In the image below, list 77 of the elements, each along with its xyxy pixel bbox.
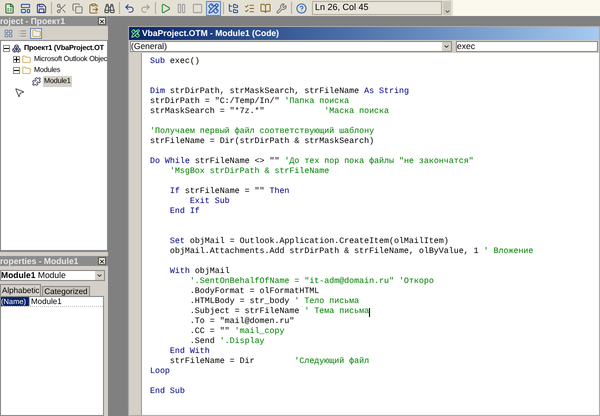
code-line: .CC = "" 'mail_copy: [188, 327, 284, 337]
code-line: .Subject = strFileName ' Тема письма: [188, 307, 370, 317]
object-combo[interactable]: (General): [130, 41, 452, 52]
code-line: Dim strDirPath, strMaskSearch, strFileName As String: [150, 87, 409, 97]
object-label: Module1 Module: [1, 269, 66, 282]
code-line: If strFileName = "" Then: [168, 187, 290, 197]
view-button[interactable]: [2, 28, 14, 38]
cursor-position: Ln 26, Col 45: [312, 1, 442, 15]
combo-value: (General): [131, 40, 167, 53]
panel-title: roject - Проект1: [0, 16, 66, 26]
module-icon: [32, 77, 41, 86]
cut-icon: [56, 2, 67, 14]
save-icon: [36, 2, 47, 14]
expand-toggle-icon[interactable]: [3, 45, 10, 52]
code-line: With objMail: [168, 267, 230, 277]
find-icon: [104, 2, 115, 14]
paste-icon: [88, 2, 99, 14]
view-button[interactable]: [30, 28, 42, 38]
undo-icon: [124, 2, 135, 14]
properties-tab[interactable]: Categorized: [42, 286, 90, 296]
expand-toggle-icon[interactable]: [13, 56, 20, 63]
tree-icon: [228, 2, 239, 14]
expand-toggle-icon[interactable]: [13, 67, 20, 74]
code-line: .BodyFormat = olFormatHTML: [188, 287, 320, 297]
help-icon: [296, 2, 307, 14]
mouse-pointer-icon: [14, 87, 25, 98]
code-line: End If: [168, 207, 200, 217]
code-line: .To = "mail@domen.ru": [188, 317, 294, 327]
folder-icon: [32, 28, 40, 38]
list-icon: [18, 28, 26, 38]
properties-tab[interactable]: Alphabetic: [0, 284, 42, 296]
code-line: Set objMail = Outlook.Application.CreateItem(olMailItem): [168, 237, 449, 247]
caret-icon: [444, 8, 450, 15]
code-line: .Send '.Display: [188, 337, 265, 347]
code-line: Do While strFileName <> "" 'До тех пор пока файлы "не закончатся": [150, 157, 474, 167]
project-icon: [12, 44, 21, 53]
object-dropdown[interactable]: Module1 Module: [0, 270, 105, 281]
play-icon: [160, 2, 171, 14]
code-line: '.SentOnBehalfOfName = "it-adm@domain.ru" 'Откоро: [188, 277, 434, 287]
ruler-icon: [208, 2, 219, 14]
toolbar-button[interactable]: [294, 0, 309, 16]
code-line: Loop: [150, 367, 170, 377]
code-line: 'MsgBox strDirPath & strFileName: [168, 167, 330, 177]
book-icon: [260, 2, 271, 14]
code-line: strDirPath = "C:/Temp/In/" 'Папка поиска: [150, 97, 350, 107]
code-line: strFileName = Dir(strDirPath & strMaskSearch): [150, 137, 374, 147]
toolbar-grip[interactable]: [443, 1, 451, 15]
code-line: .HTMLBody = str_body ' Тело письма: [188, 297, 360, 307]
code-line: End With: [168, 347, 210, 357]
pause-icon: [176, 2, 187, 14]
close-button[interactable]: [98, 17, 106, 25]
spreadsheet-icon: [4, 2, 15, 14]
folder-icon: [22, 55, 31, 64]
window-title: VbaProject.OTM - Module1 (Code): [142, 27, 279, 40]
close-button[interactable]: [98, 257, 106, 265]
code-line: Sub exec(): [150, 57, 200, 67]
procedure-combo[interactable]: exec: [456, 41, 598, 52]
form-icon: [20, 2, 31, 14]
combo-value: exec: [457, 40, 475, 53]
code-line: strFileName = Dir 'Следующий файл: [170, 357, 370, 367]
code-line: objMail.Attachments.Add strDirPath & strFileName, olByValue, 1 ' Вложение: [168, 247, 534, 257]
code-line: Exit Sub: [188, 197, 230, 207]
caret-icon: [443, 43, 450, 50]
code-line: strMaskSearch = "*7z.*" 'Маска поиска: [150, 107, 389, 117]
caret-icon: [96, 272, 103, 279]
folder-icon: [22, 66, 31, 75]
redo-icon: [140, 2, 151, 14]
copy-icon: [72, 2, 83, 14]
grid-icon: [4, 28, 12, 38]
panel-title: roperties - Module1: [0, 256, 78, 266]
wrench-icon: [276, 2, 287, 14]
list-icon: [244, 2, 255, 14]
stop-icon: [192, 2, 203, 14]
toolbar-button[interactable]: [206, 0, 221, 16]
property-value[interactable]: Module1: [29, 297, 103, 306]
code-line: 'Получаем первый файл соответствующий шаблону: [150, 127, 374, 137]
code-line: End Sub: [150, 387, 185, 397]
